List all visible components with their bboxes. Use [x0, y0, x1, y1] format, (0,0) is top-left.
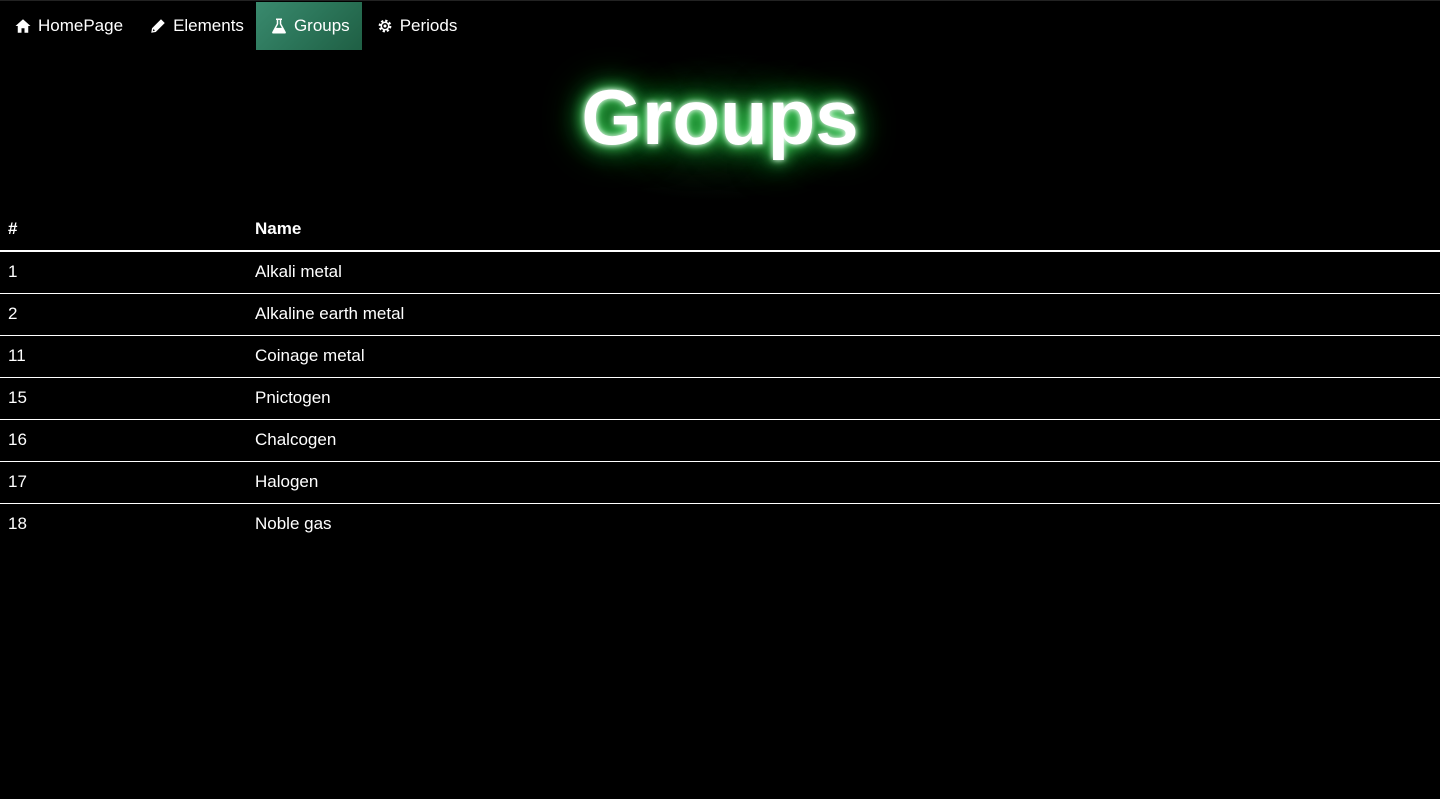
table-row: 1 Alkali metal — [0, 251, 1440, 294]
group-number: 18 — [8, 514, 27, 534]
gear-icon — [376, 17, 394, 35]
group-name: Alkaline earth metal — [247, 293, 1440, 336]
nav-label: HomePage — [38, 16, 124, 35]
nav-item-elements[interactable]: Elements — [135, 2, 256, 50]
group-number: 15 — [0, 377, 247, 420]
table-row: 11 Coinage metal — [0, 335, 1440, 378]
group-number: 11 — [0, 335, 247, 378]
column-header-name: Name — [247, 208, 1440, 252]
top-navbar: HomePage Elements Groups Periods — [0, 2, 469, 50]
nav-label: Groups — [293, 16, 350, 35]
nav-label: Elements — [173, 16, 244, 35]
table-row: 15 Pnictogen — [0, 377, 1440, 420]
group-name: Coinage metal — [247, 335, 1440, 378]
group-name: Halogen — [247, 461, 1440, 504]
top-divider — [0, 0, 1440, 1]
table-row: 17 Halogen — [0, 461, 1440, 504]
nav-item-homepage[interactable]: HomePage — [0, 2, 135, 50]
group-name: Chalcogen — [247, 419, 1440, 462]
table-header-row: # Name — [0, 208, 1440, 252]
table-row: 18 Noble gas — [0, 503, 1440, 545]
group-name: Pnictogen — [247, 377, 1440, 420]
group-number: 16 — [0, 419, 247, 462]
table-row: 2 Alkaline earth metal — [0, 293, 1440, 336]
table-row: 16 Chalcogen — [0, 419, 1440, 462]
flask-icon — [270, 17, 288, 35]
group-number: 1 — [0, 251, 247, 294]
group-name: Noble gas — [255, 514, 332, 534]
page-title: Groups — [581, 73, 859, 161]
page-header: Groups — [0, 52, 1440, 202]
groups-table: # Name 1 Alkali metal 2 Alkaline earth m… — [0, 208, 1440, 545]
home-icon — [14, 17, 32, 35]
nav-label: Periods — [399, 16, 458, 35]
pencil-icon — [149, 17, 167, 35]
nav-item-periods[interactable]: Periods — [362, 2, 470, 50]
group-number: 17 — [0, 461, 247, 504]
nav-item-groups[interactable]: Groups — [255, 2, 362, 50]
group-name: Alkali metal — [247, 251, 1440, 294]
column-header-number: # — [0, 208, 247, 252]
group-number: 2 — [0, 293, 247, 336]
